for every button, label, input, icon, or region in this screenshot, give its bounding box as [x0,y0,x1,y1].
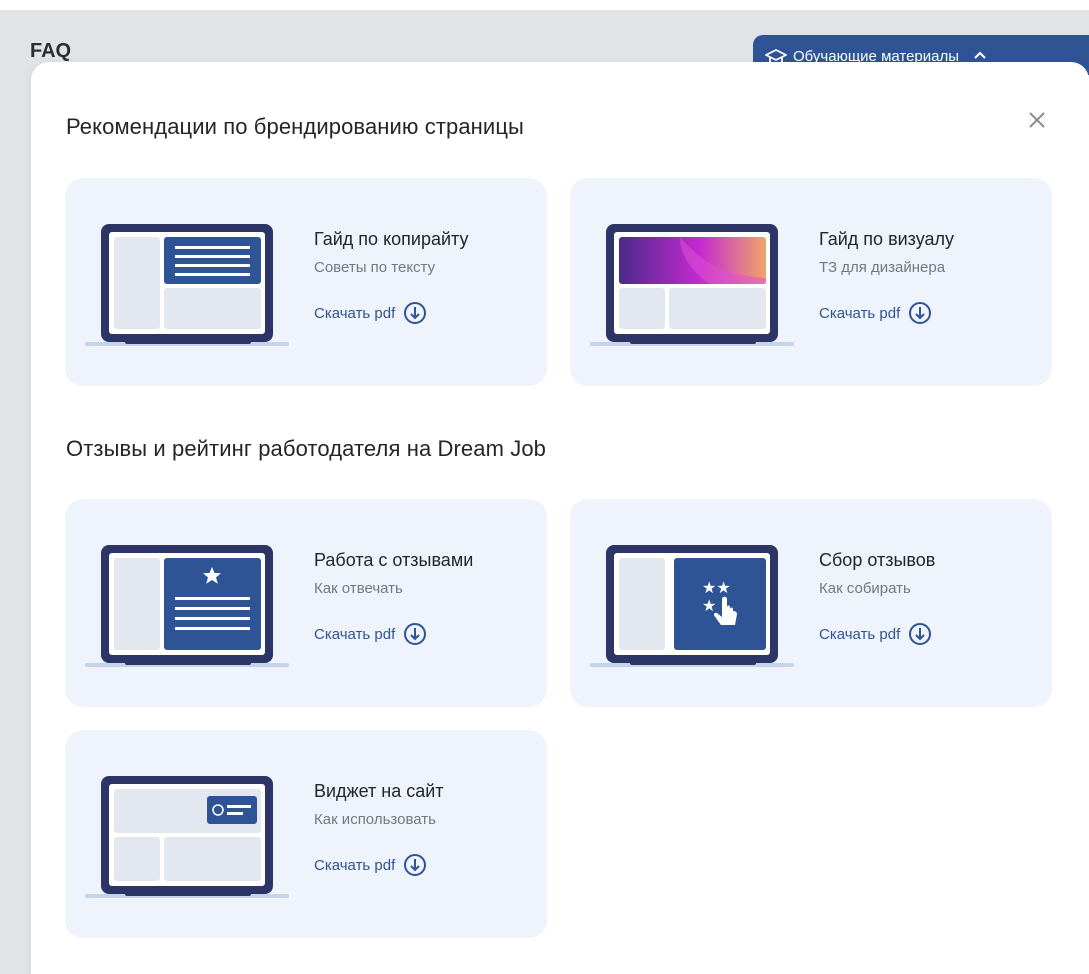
laptop-text-document-illustration [85,220,295,350]
download-label: Скачать pdf [819,625,901,643]
card-subtitle: Как использовать [314,811,436,828]
card-website-widget[interactable]: Виджет на сайт Как использовать Скачать … [65,730,547,938]
download-pdf-link[interactable]: Скачать pdf [819,300,954,326]
close-icon [1029,112,1045,128]
download-pdf-link[interactable]: Скачать pdf [314,300,468,326]
close-button[interactable] [1024,107,1050,133]
download-label: Скачать pdf [819,304,901,322]
card-working-with-reviews[interactable]: Работа с отзывами Как отвечать Скачать p… [65,499,547,707]
laptop-widget-illustration [85,772,295,902]
download-icon [404,302,427,324]
laptop-stars-pointer-illustration: ★★ ★ [590,541,800,671]
card-collecting-reviews[interactable]: ★★ ★ Сбор отзывов Как собирать Скачать p… [570,499,1052,707]
card-subtitle: Как отвечать [314,580,403,597]
card-visual-guide[interactable]: Гайд по визуалу ТЗ для дизайнера Скачать… [570,178,1052,386]
card-copywriting-guide[interactable]: Гайд по копирайту Советы по тексту Скача… [65,178,547,386]
download-pdf-link[interactable]: Скачать pdf [314,852,444,878]
section-title-branding: Рекомендации по брендированию страницы [66,114,524,139]
download-icon [909,302,932,324]
card-title: Гайд по визуалу [819,229,955,249]
laptop-star-review-illustration [85,541,295,671]
card-subtitle: Советы по тексту [314,259,436,276]
download-label: Скачать pdf [314,304,396,322]
svg-text:★: ★ [702,596,716,615]
download-label: Скачать pdf [314,856,396,874]
download-icon [404,623,427,645]
download-icon [404,854,427,876]
download-pdf-link[interactable]: Скачать pdf [819,621,935,647]
download-label: Скачать pdf [314,625,396,643]
card-subtitle: Как собирать [819,580,911,597]
card-title: Гайд по копирайту [314,229,469,249]
card-title: Виджет на сайт [314,781,444,801]
card-title: Сбор отзывов [819,550,936,570]
card-title: Работа с отзывами [314,550,474,570]
download-pdf-link[interactable]: Скачать pdf [314,621,473,647]
card-subtitle: ТЗ для дизайнера [819,259,946,276]
section-title-reviews: Отзывы и рейтинг работодателя на Dream J… [66,436,546,461]
download-icon [909,623,932,645]
svg-text:★★: ★★ [702,578,731,597]
learning-materials-modal: Рекомендации по брендированию страницы Г… [31,62,1089,974]
laptop-gradient-banner-illustration [590,220,800,350]
